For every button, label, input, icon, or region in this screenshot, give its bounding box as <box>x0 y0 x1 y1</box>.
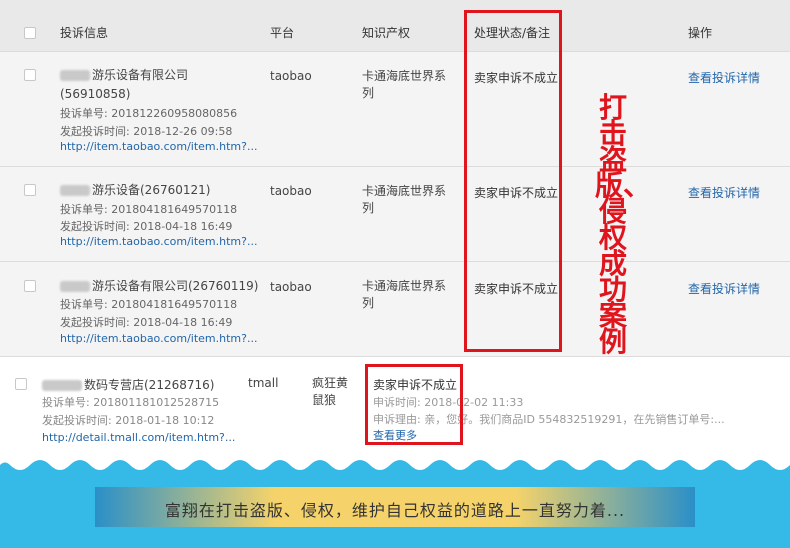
row-checkbox[interactable] <box>15 378 27 390</box>
annotation-vertical-text: 打击盗版、侵权成功案例 <box>595 91 652 358</box>
ip-name: 疯狂黄鼠狼 <box>312 376 349 407</box>
ip-name: 卡通海底世界系列 <box>362 184 447 215</box>
header-action: 操作 <box>688 26 713 40</box>
shop-name: 数码专营店(21268716) <box>42 376 214 393</box>
row-checkbox[interactable] <box>24 280 36 292</box>
status-column-highlight <box>464 10 562 352</box>
view-complaint-details-link[interactable]: 查看投诉详情 <box>688 280 760 297</box>
complaint-number: 投诉单号: 201801181012528715 <box>42 396 220 409</box>
view-complaint-details-link[interactable]: 查看投诉详情 <box>688 184 760 201</box>
redacted-text <box>42 380 82 391</box>
header-platform: 平台 <box>270 26 295 40</box>
platform: taobao <box>270 280 312 294</box>
item-link[interactable]: http://item.taobao.com/item.htm?... <box>60 332 257 345</box>
complaint-time: 发起投诉时间: 2018-04-18 16:49 <box>60 220 233 233</box>
row-checkbox[interactable] <box>24 184 36 196</box>
complaint-table-panel: 投诉信息 平台 知识产权 处理状态/备注 操作 游乐设备有限公司 (569108… <box>0 0 790 357</box>
ip-name: 卡通海底世界系列 <box>362 279 447 310</box>
complaint-time: 发起投诉时间: 2018-12-26 09:58 <box>60 125 233 138</box>
platform: taobao <box>270 69 312 83</box>
item-link[interactable]: http://item.taobao.com/item.htm?... <box>60 235 257 248</box>
shop-name: 游乐设备(26760121) <box>60 181 210 199</box>
wave-decoration <box>0 455 790 470</box>
table-row: 游乐设备有限公司 (56910858) 投诉单号: 20181226095808… <box>0 52 790 167</box>
slogan-text: 富翔在打击盗版、侵权，维护自己权益的道路上一直努力着... <box>164 501 626 520</box>
header-complaint-info: 投诉信息 <box>60 26 109 40</box>
complaint-time: 发起投诉时间: 2018-01-18 10:12 <box>42 414 215 427</box>
select-all-checkbox[interactable] <box>24 27 36 39</box>
item-link[interactable]: http://item.taobao.com/item.htm?... <box>60 140 257 153</box>
row-checkbox[interactable] <box>24 69 36 81</box>
complaint-time: 发起投诉时间: 2018-04-18 16:49 <box>60 316 233 329</box>
status-cell-highlight <box>365 364 463 445</box>
complaint-number: 投诉单号: 201804181649570118 <box>60 203 238 216</box>
platform: taobao <box>270 184 312 198</box>
table-row: 游乐设备(26760121) 投诉单号: 201804181649570118 … <box>0 167 790 262</box>
view-complaint-details-link[interactable]: 查看投诉详情 <box>688 69 760 86</box>
redacted-text <box>60 281 90 292</box>
platform: tmall <box>248 376 279 390</box>
complaint-number: 投诉单号: 201804181649570118 <box>60 298 238 311</box>
table-row: 游乐设备有限公司(26760119) 投诉单号: 201804181649570… <box>0 262 790 357</box>
shop-id: (56910858) <box>60 87 131 101</box>
redacted-text <box>60 185 90 196</box>
shop-name: 游乐设备有限公司(26760119) <box>60 277 258 295</box>
redacted-text <box>60 70 90 81</box>
item-link[interactable]: http://detail.tmall.com/item.htm?... <box>42 431 235 444</box>
header-ip: 知识产权 <box>362 26 411 40</box>
table-header: 投诉信息 平台 知识产权 处理状态/备注 操作 <box>0 0 790 52</box>
complaint-number: 投诉单号: 201812260958080856 <box>60 107 238 120</box>
ip-name: 卡通海底世界系列 <box>362 69 447 100</box>
shop-name: 游乐设备有限公司 <box>60 66 188 84</box>
